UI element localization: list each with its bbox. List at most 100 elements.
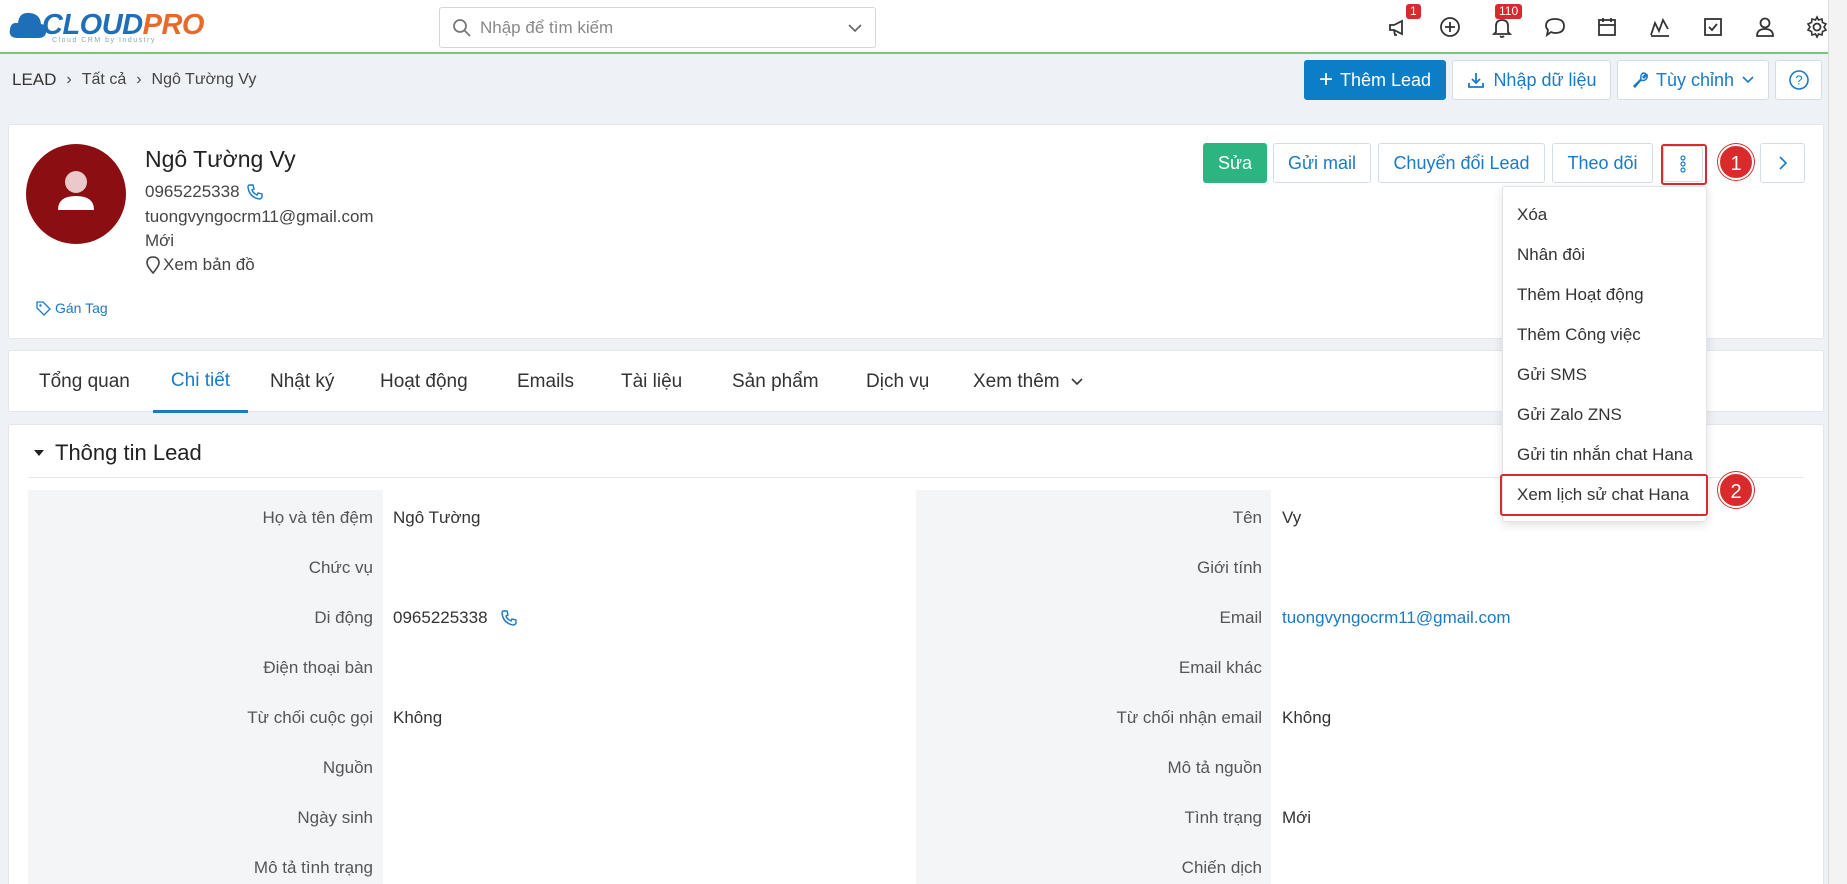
breadcrumb: LEAD › Tất cả › Ngô Tường Vy [12,70,256,90]
wrench-icon [1632,72,1648,89]
field-value-text: Không [1282,708,1332,727]
menu-item-add-task[interactable]: Thêm Công việc [1517,325,1641,345]
more-actions-dropdown: Xóa Nhân đôi Thêm Hoạt động Thêm Công vi… [1502,186,1707,522]
add-circle-icon[interactable] [1437,14,1463,40]
field-label: Email [1219,608,1262,627]
step-marker-1: 1 [1718,144,1754,180]
field-label: Từ chối cuộc gọi [247,708,373,727]
step-marker-2: 2 [1718,472,1754,508]
phone-call-icon[interactable] [500,609,518,627]
settings-gear-icon[interactable] [1804,14,1830,40]
chevron-down-icon [1742,76,1754,84]
bell-icon[interactable]: 110 [1489,4,1523,40]
field-label: Giới tính [1196,558,1262,577]
field-value[interactable]: Không [393,708,442,728]
avatar [26,144,126,244]
field-value[interactable]: tuongvyngocrm11@gmail.com [1282,608,1511,628]
view-map-link[interactable]: Xem bản đồ [145,255,255,275]
highlight-chat-history [1500,474,1708,516]
profile-phone: 0965225338 [145,182,240,201]
chevron-right-icon: › [136,71,142,88]
menu-item-send-sms[interactable]: Gửi SMS [1517,365,1587,385]
edit-button[interactable]: Sửa [1203,143,1267,183]
global-search[interactable] [439,7,876,48]
page-scrollbar[interactable] [1828,0,1847,884]
plus-icon: + [1318,66,1333,93]
help-question-icon: ? [1788,70,1809,90]
tab-see-more[interactable]: Xem thêm [973,351,1084,413]
field-label: Di động [314,608,373,627]
svg-text:?: ? [1795,73,1802,88]
field-value[interactable]: Không [1282,708,1331,728]
tab-documents[interactable]: Tài liệu [621,351,682,413]
calendar-icon[interactable] [1594,14,1620,40]
section-header[interactable]: Thông tin Lead [33,440,202,466]
menu-item-delete[interactable]: Xóa [1517,205,1547,225]
field-label: Email khác [1178,658,1262,677]
field-value[interactable]: 0965225338 [393,608,518,628]
field-label: Chiến dịch [1181,858,1262,877]
send-mail-button[interactable]: Gửi mail [1273,143,1371,183]
tag-icon [36,300,51,316]
field-label: Nguồn [322,758,373,777]
chevron-right-icon: › [66,71,72,88]
breadcrumb-all[interactable]: Tất cả [82,71,126,89]
breadcrumb-root[interactable]: LEAD [12,70,56,90]
search-icon [453,19,471,37]
import-data-button[interactable]: Nhập dữ liệu [1452,60,1611,100]
field-value-text: 0965225338 [393,608,488,627]
brand-tagline: Cloud CRM by Industry [52,37,156,44]
cloudpro-logo[interactable]: CLOUDPRO Cloud CRM by Industry [8,4,204,46]
field-value[interactable]: Mới [1282,808,1311,828]
field-value-text: Mới [1282,808,1312,827]
menu-item-send-hana-chat[interactable]: Gửi tin nhắn chat Hana [1517,445,1693,465]
customize-button[interactable]: Tùy chỉnh [1617,60,1769,100]
field-label: Họ và tên đệm [262,508,373,527]
phone-call-icon[interactable] [246,183,264,201]
convert-lead-button[interactable]: Chuyển đổi Lead [1378,143,1545,183]
notification-badge: 110 [1495,4,1523,19]
field-label: Ngày sinh [297,808,373,827]
tab-details[interactable]: Chi tiết [153,351,248,413]
search-input[interactable] [480,16,840,40]
section-title: Thông tin Lead [55,440,202,465]
field-value-text: Vy [1282,508,1302,527]
field-label: Mô tả tình trạng [253,858,373,877]
profile-phone-row: 0965225338 [145,182,264,202]
tab-overview[interactable]: Tổng quan [39,351,130,413]
tab-activities[interactable]: Hoạt động [380,351,468,413]
user-avatar-icon [58,171,94,210]
report-chart-icon[interactable] [1647,14,1673,40]
field-label: Chức vụ [308,558,373,577]
task-check-icon[interactable] [1700,14,1726,40]
field-value-text: Không [393,708,443,727]
user-profile-icon[interactable] [1752,14,1778,40]
map-pin-icon [146,256,160,274]
next-record-button[interactable] [1760,143,1805,183]
field-value[interactable]: Vy [1282,508,1301,528]
tab-services[interactable]: Dịch vụ [866,351,929,413]
follow-button[interactable]: Theo dõi [1552,143,1653,183]
download-icon [1468,73,1485,88]
tab-emails[interactable]: Emails [517,351,574,413]
field-label: Điện thoại bàn [263,658,373,677]
chat-icon[interactable] [1542,14,1568,40]
caret-down-icon [34,450,44,456]
assign-tag-link[interactable]: Gán Tag [36,300,108,316]
field-label: Mô tả nguồn [1167,758,1262,777]
announcement-badge: 1 [1406,4,1421,19]
tab-log[interactable]: Nhật ký [270,351,334,413]
help-button[interactable]: ? [1775,60,1822,100]
add-lead-button[interactable]: + Thêm Lead [1304,60,1446,100]
field-value[interactable]: Ngô Tường [393,508,480,528]
field-value-text: tuongvyngocrm11@gmail.com [1282,608,1511,627]
chevron-right-icon [1778,156,1787,170]
menu-item-send-zalo-zns[interactable]: Gửi Zalo ZNS [1517,405,1622,425]
menu-item-duplicate[interactable]: Nhân đôi [1517,245,1585,265]
announcement-icon[interactable]: 1 [1386,4,1421,40]
chevron-down-icon[interactable] [847,20,863,36]
menu-item-add-activity[interactable]: Thêm Hoạt động [1517,285,1644,305]
tab-products[interactable]: Sản phẩm [732,351,819,413]
field-label: Tình trạng [1184,808,1263,827]
lead-name: Ngô Tường Vy [145,146,296,172]
